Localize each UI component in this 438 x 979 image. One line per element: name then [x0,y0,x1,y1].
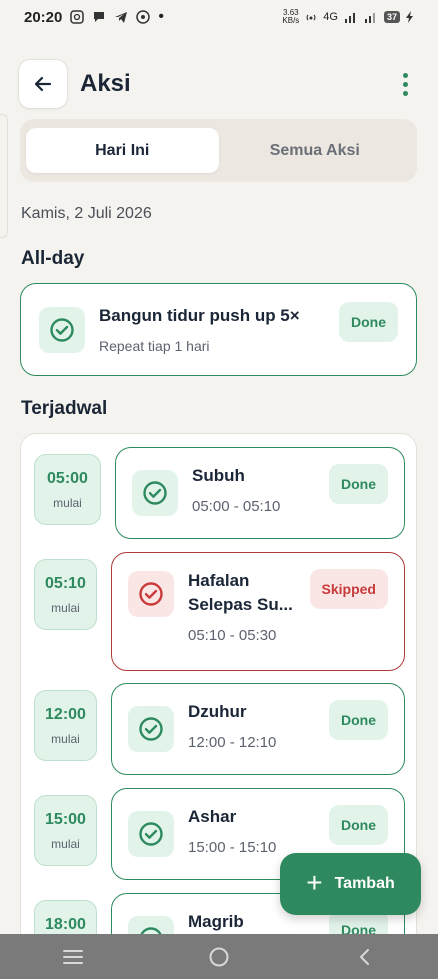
start-time: 05:00 [47,469,88,487]
add-action-button[interactable]: + Tambah [280,853,421,915]
all-day-text: Bangun tidur push up 5× Repeat tiap 1 ha… [99,306,339,354]
start-time-pill: 12:00 mulai [34,690,97,761]
nav-menu-button[interactable] [43,937,103,977]
status-check-box[interactable] [128,706,174,752]
menu-icon [63,949,83,964]
charging-icon [406,11,413,23]
page-title: Aksi [80,70,131,97]
check-circle-icon [50,317,74,342]
section-title-scheduled: Terjadwal [21,398,108,419]
status-badge[interactable]: Done [339,301,398,342]
current-date: Kamis, 2 Juli 2026 [21,205,152,222]
system-nav-bar [0,934,438,979]
status-badge[interactable]: Done [329,805,388,845]
more-vertical-icon [402,72,408,78]
start-time-pill: 15:00 mulai [34,795,97,866]
start-time: 15:00 [45,810,86,828]
edge-panel-handle [0,114,8,238]
status-left: 20:20 • [24,8,164,26]
event-time-range: 05:10 - 05:30 [188,627,277,644]
segmented-tabs: Hari Ini Semua Aksi [20,119,417,182]
status-badge[interactable]: Done [329,700,388,740]
event-text: Ashar 15:00 - 15:10 [188,805,329,856]
app-header: Aksi [18,58,420,110]
home-circle-icon [209,947,229,966]
status-time: 20:20 [24,8,63,26]
net-speed: 3.63 KB/s [282,9,299,25]
net-speed-unit: KB/s [282,16,300,25]
status-check-box[interactable] [132,470,178,516]
start-time: 12:00 [45,705,86,723]
nav-home-button[interactable] [189,937,249,977]
chat-icon [94,12,105,22]
status-check-box[interactable] [128,571,174,617]
more-dot [402,90,408,96]
event-card[interactable]: Hafalan Selepas Su... 05:10 - 05:30 Skip… [111,552,405,671]
event-card[interactable]: Subuh 05:00 - 05:10 Done [115,447,405,539]
event-text: Subuh 05:00 - 05:10 [192,464,329,515]
event-title: Subuh [192,466,245,485]
fab-label: Tambah [334,875,395,892]
event-title: Hafalan Selepas Su... [188,571,293,614]
event-text: Dzuhur 12:00 - 12:10 [188,700,329,751]
status-bar: 20:20 • 3.63 KB/s 4G 37 [0,0,438,34]
all-day-action-card[interactable]: Bangun tidur push up 5× Repeat tiap 1 ha… [20,283,417,376]
battery-icon: 37 [383,11,400,23]
status-check-box[interactable] [128,811,174,857]
check-circle-icon [143,481,167,505]
signal-icon [344,13,355,23]
start-label: mulai [51,731,80,746]
status-badge[interactable]: Done [329,464,388,504]
start-time-pill: 05:00 mulai [34,454,101,525]
start-time: 18:00 [45,915,86,933]
status-badge[interactable]: Skipped [309,569,388,609]
event-title: Dzuhur [188,702,247,721]
arrow-left-icon [34,76,52,92]
start-label: mulai [51,836,80,851]
chevron-left-icon [360,948,369,965]
start-label: mulai [51,600,80,615]
action-title: Bangun tidur push up 5× [99,305,300,325]
more-dot [402,81,408,87]
back-button[interactable] [18,59,68,109]
start-label: mulai [53,495,82,510]
check-circle-icon [139,717,163,741]
tab-semua-aksi[interactable]: Semua Aksi [219,128,412,173]
tab-hari-ini[interactable]: Hari Ini [26,128,219,173]
section-title-all-day: All-day [21,248,85,269]
event-time-range: 05:00 - 05:10 [192,498,281,515]
status-right: 3.63 KB/s 4G 37 [282,9,414,25]
start-time: 05:10 [45,574,86,592]
action-repeat: Repeat tiap 1 hari [99,337,210,354]
start-time-pill: 05:10 mulai [34,559,97,630]
signal-2-icon [364,13,375,23]
event-card[interactable]: Dzuhur 12:00 - 12:10 Done [111,683,405,775]
event-title: Ashar [188,807,237,826]
notification-icon [70,10,85,24]
status-check-box[interactable] [39,306,85,353]
more-notifications-dot-icon: • [158,8,164,25]
plus-icon: + [306,866,323,898]
event-text: Hafalan Selepas Su... 05:10 - 05:30 [188,569,310,644]
event-time-range: 12:00 - 12:10 [188,734,277,751]
check-circle-icon [139,822,163,846]
telegram-icon [115,12,128,23]
nav-back-button[interactable] [335,937,395,977]
hotspot-icon [306,14,316,21]
app-icon [136,10,151,24]
network-type: 4G [323,11,338,23]
more-options-button[interactable] [390,64,420,104]
check-circle-icon [139,582,163,606]
